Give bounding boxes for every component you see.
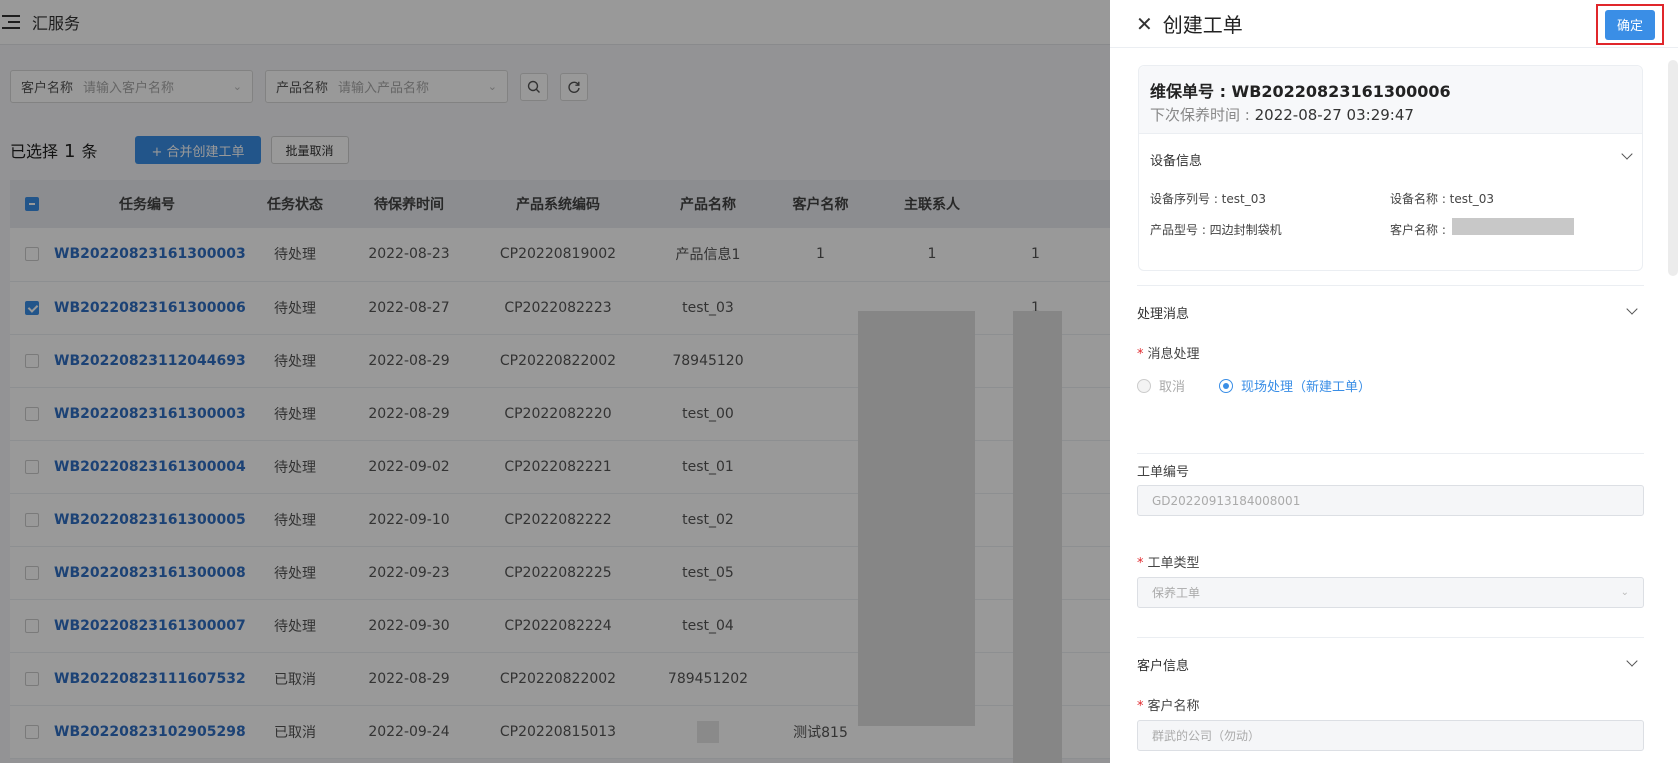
scrollbar[interactable]	[1668, 60, 1678, 276]
order-number: 维保单号 : WB20220823161300006	[1150, 82, 1451, 101]
confirm-button[interactable]: 确定	[1605, 9, 1655, 40]
handle-section-header[interactable]: 处理消息	[1137, 303, 1189, 322]
divider	[1137, 285, 1644, 286]
chevron-down-icon[interactable]	[1626, 303, 1638, 315]
chevron-down-icon[interactable]	[1626, 655, 1638, 667]
maintenance-card: 维保单号 : WB20220823161300006 下次保养时间 : 2022…	[1138, 65, 1643, 271]
radio-cancel[interactable]: 取消	[1137, 376, 1185, 395]
customer-name-label: * 客户名称	[1137, 699, 1200, 714]
ticket-type-label: * 工单类型	[1137, 556, 1200, 571]
divider	[1137, 637, 1644, 638]
chevron-down-icon: ⌄	[1620, 587, 1629, 598]
product-model: 产品型号 : 四边封制袋机	[1150, 223, 1282, 237]
confirm-highlight: 确定	[1596, 4, 1664, 45]
create-ticket-drawer: ✕ 创建工单 确定 维保单号 : WB20220823161300006 下次保…	[1110, 0, 1678, 763]
device-name: 设备名称 : test_03	[1390, 192, 1494, 206]
card-customer-name: 客户名称 :	[1390, 223, 1446, 237]
next-maintenance-time: 下次保养时间 : 2022-08-27 03:29:47	[1150, 106, 1414, 124]
divider	[1137, 453, 1644, 454]
card-header: 维保单号 : WB20220823161300006 下次保养时间 : 2022…	[1139, 66, 1642, 134]
handle-label: * 消息处理	[1137, 347, 1200, 362]
close-icon[interactable]: ✕	[1136, 14, 1153, 34]
customer-name-field: 群武的公司（勿动）	[1137, 720, 1644, 751]
drawer-header: ✕ 创建工单 确定	[1110, 0, 1678, 48]
ticket-no-field: GD20220913184008001	[1137, 485, 1644, 516]
ticket-no-label: 工单编号	[1137, 465, 1190, 480]
chevron-down-icon[interactable]	[1621, 148, 1633, 160]
radio-onsite[interactable]: 现场处理（新建工单）	[1219, 376, 1371, 395]
customer-section-header[interactable]: 客户信息	[1137, 655, 1189, 674]
device-info-header[interactable]: 设备信息	[1150, 150, 1202, 169]
ticket-type-select: 保养工单 ⌄	[1137, 577, 1644, 608]
redacted-block	[1452, 218, 1574, 235]
drawer-title: 创建工单	[1162, 13, 1243, 37]
device-serial: 设备序列号 : test_03	[1150, 192, 1266, 206]
